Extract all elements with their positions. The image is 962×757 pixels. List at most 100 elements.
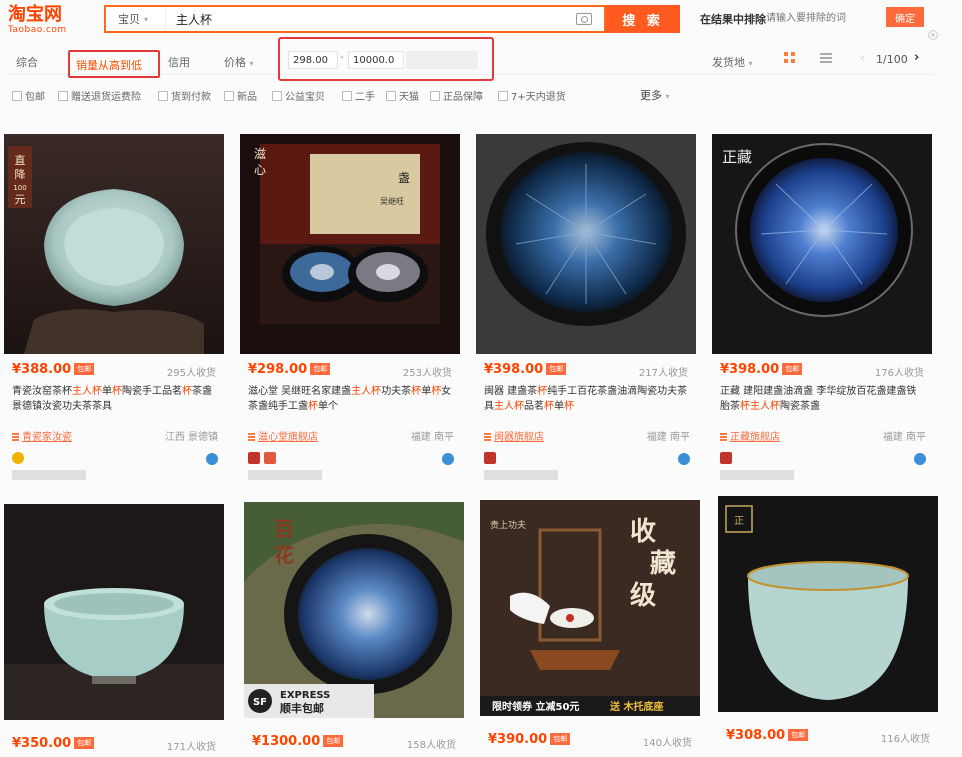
confirm-button[interactable]: 确定 bbox=[886, 7, 924, 27]
price-range-filter: - bbox=[278, 37, 494, 81]
checkbox[interactable] bbox=[224, 90, 234, 101]
checkbox[interactable] bbox=[498, 90, 508, 101]
shop-row: 青瓷家汝瓷 江西 景德镇 bbox=[12, 428, 218, 444]
grid-view-icon[interactable] bbox=[784, 52, 796, 64]
product-image[interactable]: 正藏 bbox=[712, 134, 932, 354]
product-card[interactable]: ¥398.00 包邮 217人收货 闽器 建盏茶杯纯手工百花茶盏油滴陶瓷功夫茶具主… bbox=[476, 134, 696, 504]
svg-text:100: 100 bbox=[13, 184, 26, 192]
next-page-icon[interactable]: › bbox=[914, 50, 919, 65]
filter-7day-return[interactable]: 7+天内退货 bbox=[498, 88, 566, 103]
product-title[interactable]: 青瓷汝窑茶杯主人杯单杯陶瓷手工品茗杯茶盏景德镇汝瓷功夫茶茶具 bbox=[12, 384, 218, 414]
checkbox[interactable] bbox=[58, 90, 68, 101]
wangwang-chat-icon[interactable] bbox=[678, 453, 690, 465]
product-image[interactable]: 贵上功夫 收 藏 级 限时领券 立减50元 送 木托底座 bbox=[480, 500, 700, 716]
product-price: ¥298.00 包邮 bbox=[248, 362, 331, 377]
promo-tag bbox=[484, 470, 558, 480]
price-max-input[interactable] bbox=[348, 51, 404, 69]
price-row: ¥1300.00 包邮 158人收货 bbox=[244, 732, 464, 752]
sales-count: 253人收货 bbox=[402, 368, 452, 379]
checkbox[interactable] bbox=[12, 90, 22, 101]
filter-return-insurance[interactable]: 赠送退货运费险 bbox=[58, 88, 141, 103]
ship-from-select[interactable]: 发货地 ▾ bbox=[712, 54, 753, 70]
sort-sales-label: 销量从高到低 bbox=[76, 59, 142, 72]
sort-price[interactable]: 价格 ▾ bbox=[224, 54, 254, 70]
price-dash: - bbox=[340, 52, 344, 63]
product-card[interactable]: 百 花 SF EXPRESS 顺丰包邮 ¥1300.00 包邮 158人收货 bbox=[244, 502, 464, 757]
sort-credit[interactable]: 信用 bbox=[168, 54, 190, 70]
filter-label: 正品保障 bbox=[443, 92, 483, 103]
product-title[interactable]: 正藏 建阳建盏油滴盏 李华绽放百花盏建盏铁胎茶杯主人杯陶瓷茶盏 bbox=[720, 384, 926, 414]
product-photo-jian-bowl: 正藏 bbox=[712, 134, 932, 354]
product-title[interactable]: 滋心堂 吴继旺名家建盏主人杯功夫茶杯单杯女茶盏纯手工盏杯单个 bbox=[248, 384, 454, 414]
svg-text:心: 心 bbox=[254, 163, 266, 177]
product-card[interactable]: 正藏 ¥398.00 包邮 176人收货 正藏 建阳建盏油滴盏 李华绽放百花盏建盏… bbox=[712, 134, 932, 504]
logo-text-en: Taobao.com bbox=[8, 25, 67, 35]
checkbox[interactable] bbox=[272, 90, 282, 101]
product-price: ¥398.00 包邮 bbox=[720, 362, 803, 377]
product-card[interactable]: 贵上功夫 收 藏 级 限时领券 立减50元 送 木托底座 ¥390.00 包邮 1… bbox=[480, 500, 700, 757]
shop-link[interactable]: 正藏旗舰店 bbox=[730, 432, 780, 443]
checkbox[interactable] bbox=[158, 90, 168, 101]
filter-new[interactable]: 新品 bbox=[224, 88, 257, 103]
chevron-down-icon: ▾ bbox=[665, 92, 670, 101]
shop-link[interactable]: 青瓷家汝瓷 bbox=[22, 432, 72, 443]
shop-link[interactable]: 闽器旗舰店 bbox=[494, 432, 544, 443]
product-card[interactable]: ¥350.00 包邮 171人收货 bbox=[4, 504, 224, 757]
product-image[interactable] bbox=[476, 134, 696, 354]
service-icons bbox=[720, 452, 926, 466]
checkbox[interactable] bbox=[386, 90, 396, 101]
camera-icon[interactable] bbox=[576, 13, 592, 25]
gold-seller-icon bbox=[12, 452, 24, 464]
taobao-logo[interactable]: 淘宝网 Taobao.com bbox=[8, 5, 88, 39]
shop-link[interactable]: 滋心堂旗舰店 bbox=[258, 432, 318, 443]
shop-row: 闽器旗舰店 福建 南平 bbox=[484, 428, 690, 444]
checkbox[interactable] bbox=[342, 90, 352, 101]
filter-tmall[interactable]: 天猫 bbox=[386, 88, 419, 103]
sort-sales-desc[interactable]: 销量从高到低 bbox=[68, 50, 160, 78]
filter-free-shipping[interactable]: 包邮 bbox=[12, 88, 45, 103]
checkbox[interactable] bbox=[430, 90, 440, 101]
filter-cod[interactable]: 货到付款 bbox=[158, 88, 211, 103]
product-card[interactable]: 盏 吴继旺 滋 心 ¥298.00 包邮 253人收货 滋心堂 吴继旺名家建盏主人… bbox=[240, 134, 460, 504]
free-shipping-badge: 包邮 bbox=[74, 737, 95, 749]
product-image[interactable]: 正 bbox=[718, 496, 938, 712]
close-icon[interactable]: × bbox=[928, 30, 938, 40]
service-icons bbox=[248, 452, 454, 466]
product-card[interactable]: 正 ¥308.00 包邮 116人收货 bbox=[718, 496, 938, 756]
filter-charity[interactable]: 公益宝贝 bbox=[272, 88, 325, 103]
location: 福建 南平 bbox=[410, 432, 454, 443]
filter-second-hand[interactable]: 二手 bbox=[342, 88, 375, 103]
svg-text:元: 元 bbox=[15, 193, 26, 206]
sort-default[interactable]: 综合 bbox=[16, 54, 38, 70]
page-indicator: 1/100 bbox=[876, 53, 908, 66]
search-input[interactable] bbox=[166, 7, 576, 31]
more-filters-button[interactable]: 更多 ▾ bbox=[640, 87, 670, 103]
search-category-select[interactable]: 宝贝 ▾ bbox=[106, 7, 166, 31]
sales-count: 295人收货 bbox=[166, 368, 216, 379]
price-min-input[interactable] bbox=[288, 51, 338, 69]
product-image[interactable]: 盏 吴继旺 滋 心 bbox=[240, 134, 460, 354]
shop-icon bbox=[12, 433, 19, 441]
location: 江西 景德镇 bbox=[164, 432, 218, 443]
search-button[interactable]: 搜 索 bbox=[606, 5, 680, 33]
shop-row: 正藏旗舰店 福建 南平 bbox=[720, 428, 926, 444]
product-card[interactable]: 直 降 100 元 ¥388.00 包邮 295人收货 青瓷汝窑茶杯主人杯单杯陶瓷… bbox=[4, 134, 224, 504]
chevron-down-icon: ▾ bbox=[748, 59, 753, 68]
prev-page-icon[interactable]: ‹ bbox=[860, 51, 865, 65]
tmall-icon bbox=[248, 452, 260, 464]
shop-icon bbox=[720, 433, 727, 441]
list-view-icon[interactable] bbox=[820, 53, 832, 63]
product-image[interactable] bbox=[4, 504, 224, 720]
wangwang-chat-icon[interactable] bbox=[914, 453, 926, 465]
exclude-input[interactable] bbox=[766, 6, 878, 30]
product-image[interactable]: 百 花 SF EXPRESS 顺丰包邮 bbox=[244, 502, 464, 718]
tmall-icon bbox=[484, 452, 496, 464]
product-image[interactable]: 直 降 100 元 bbox=[4, 134, 224, 354]
price-confirm-button[interactable] bbox=[406, 51, 478, 69]
product-price: ¥390.00 包邮 bbox=[488, 732, 571, 747]
filter-genuine[interactable]: 正品保障 bbox=[430, 88, 483, 103]
wangwang-chat-icon[interactable] bbox=[206, 453, 218, 465]
sort-price-label: 价格 bbox=[224, 56, 246, 69]
product-title[interactable]: 闽器 建盏茶杯纯手工百花茶盏油滴陶瓷功夫茶具主人杯品茗杯单杯 bbox=[484, 384, 690, 414]
wangwang-chat-icon[interactable] bbox=[442, 453, 454, 465]
